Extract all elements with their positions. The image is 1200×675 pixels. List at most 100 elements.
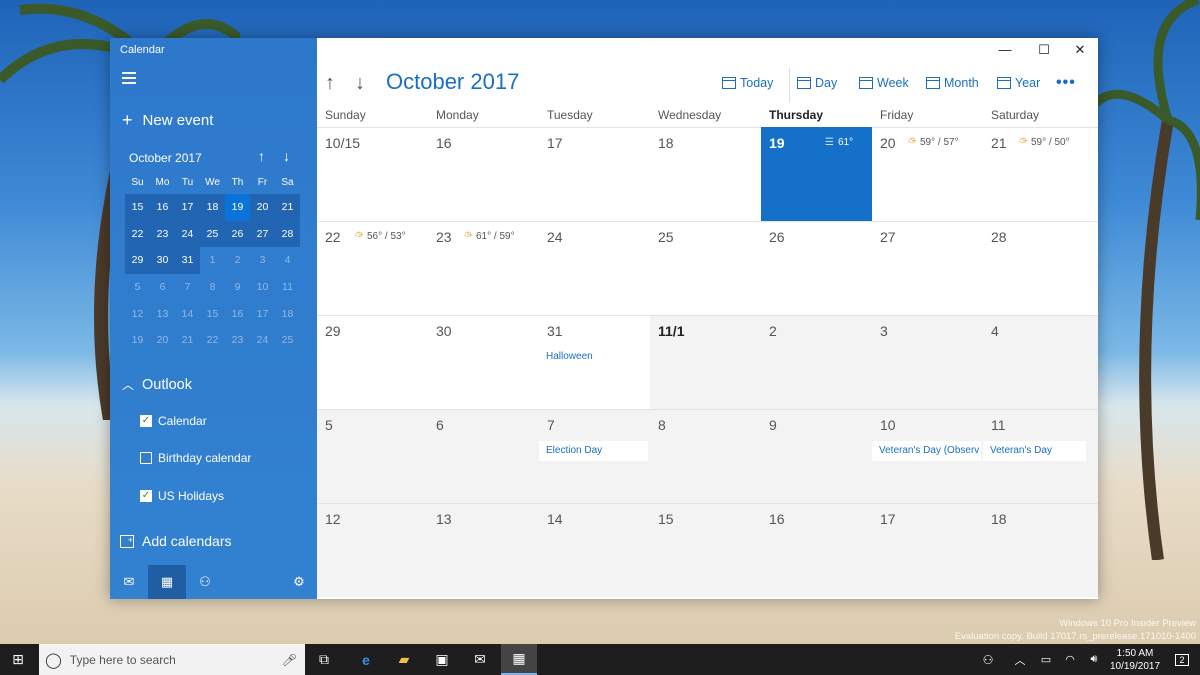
add-calendars-button[interactable]: + Add calendars xyxy=(120,533,232,549)
mini-day[interactable]: 17 xyxy=(250,301,275,328)
mini-day[interactable]: 27 xyxy=(250,220,275,248)
task-view-icon[interactable]: ⧉ xyxy=(306,644,342,675)
action-center-icon[interactable]: 2 xyxy=(1164,644,1200,675)
day-cell[interactable]: 31 Halloween xyxy=(539,315,650,409)
mini-day[interactable]: 23 xyxy=(150,220,175,248)
day-cell[interactable]: 17 xyxy=(872,503,983,597)
mini-day[interactable]: 11 xyxy=(275,274,300,301)
people-taskbar-icon[interactable]: ⚇ xyxy=(970,644,1006,675)
mini-day[interactable]: 15 xyxy=(125,194,150,221)
mini-day[interactable]: 20 xyxy=(250,194,275,221)
checkbox[interactable] xyxy=(140,452,152,464)
day-cell[interactable]: 2 xyxy=(761,315,872,409)
day-cell[interactable]: 8 xyxy=(650,409,761,503)
day-cell[interactable]: 26 xyxy=(761,221,872,315)
edge-icon[interactable]: e xyxy=(348,644,384,675)
day-cell[interactable]: 14 xyxy=(539,503,650,597)
day-cell[interactable]: 5 xyxy=(317,409,428,503)
mini-day[interactable]: 24 xyxy=(175,220,200,248)
mini-day[interactable]: 29 xyxy=(125,247,150,275)
taskbar-clock[interactable]: 1:50 AM 10/19/2017 xyxy=(1107,647,1163,673)
day-cell[interactable]: 3 xyxy=(872,315,983,409)
mini-day[interactable]: 2 xyxy=(225,247,250,274)
mini-day[interactable]: 1 xyxy=(200,247,225,274)
mail-app-icon[interactable]: ✉ xyxy=(462,644,498,675)
settings-gear-icon[interactable]: ⚙ xyxy=(280,565,318,599)
mini-next-month-icon[interactable]: ↓ xyxy=(283,148,290,164)
mini-day[interactable]: 22 xyxy=(125,220,150,248)
maximize-icon[interactable]: ☐ xyxy=(1027,42,1061,62)
taskbar-search-box[interactable]: ◯ Type here to search 🎤︎ xyxy=(39,644,305,675)
day-cell[interactable]: 27 xyxy=(872,221,983,315)
calendar-event[interactable]: Halloween xyxy=(539,347,648,367)
mini-day[interactable]: 25 xyxy=(275,327,300,354)
day-cell[interactable]: 11 Veteran's Day xyxy=(983,409,1098,503)
new-event-button[interactable]: + New event xyxy=(122,110,213,131)
day-cell[interactable]: 21 ⛅︎ 59° / 50° xyxy=(983,127,1098,221)
file-explorer-icon[interactable]: ▰ xyxy=(386,644,422,675)
day-cell[interactable]: 11/1 xyxy=(650,315,761,409)
mini-day[interactable]: 21 xyxy=(275,194,300,221)
microphone-icon[interactable]: 🎤︎ xyxy=(282,653,297,667)
day-cell[interactable]: 25 xyxy=(650,221,761,315)
day-cell[interactable]: 7 Election Day xyxy=(539,409,650,503)
mini-day[interactable]: 19 xyxy=(125,327,150,354)
people-icon[interactable]: ⚇ xyxy=(186,565,224,599)
mini-day[interactable]: 14 xyxy=(175,301,200,328)
calendar-event[interactable]: Veteran's Day xyxy=(983,441,1086,461)
mini-day[interactable]: 19 xyxy=(225,194,250,221)
today-button[interactable]: Today xyxy=(722,76,773,90)
mini-day[interactable]: 7 xyxy=(175,274,200,301)
prev-month-icon[interactable]: ↑ xyxy=(325,72,335,95)
mini-day[interactable]: 28 xyxy=(275,220,300,248)
mini-day[interactable]: 30 xyxy=(150,247,175,275)
mini-day[interactable]: 8 xyxy=(200,274,225,301)
mini-day[interactable]: 31 xyxy=(175,247,200,275)
windows-start-icon[interactable]: ⊞ xyxy=(0,644,36,675)
mail-icon[interactable]: ✉ xyxy=(110,565,148,599)
day-cell[interactable]: 10 Veteran's Day (Observ xyxy=(872,409,983,503)
calendar-option-calendar[interactable]: ✓ Calendar xyxy=(140,414,207,428)
mini-day[interactable]: 18 xyxy=(200,194,225,221)
week-view-button[interactable]: Week xyxy=(859,76,909,90)
day-cell[interactable]: 4 xyxy=(983,315,1098,409)
mini-day[interactable]: 17 xyxy=(175,194,200,221)
store-icon[interactable]: ▣ xyxy=(424,644,460,675)
mini-day[interactable]: 4 xyxy=(275,247,300,274)
calendar-option-us-holidays[interactable]: ✓ US Holidays xyxy=(140,489,224,503)
outlook-account-toggle[interactable]: ︿ Outlook xyxy=(122,376,192,393)
next-month-icon[interactable]: ↓ xyxy=(355,72,365,95)
day-cell[interactable]: 16 xyxy=(428,127,539,221)
day-cell[interactable]: 15 xyxy=(650,503,761,597)
day-cell[interactable]: 18 xyxy=(983,503,1098,597)
day-cell[interactable]: 12 xyxy=(317,503,428,597)
day-cell[interactable]: 19 ☰ 61° xyxy=(761,127,872,221)
mini-day[interactable]: 24 xyxy=(250,327,275,354)
mini-day[interactable]: 13 xyxy=(150,301,175,328)
day-cell[interactable]: 22 ⛅︎ 56° / 53° xyxy=(317,221,428,315)
calendar-option-birthday-calendar[interactable]: Birthday calendar xyxy=(140,451,251,465)
day-cell[interactable]: 20 ⛅︎ 59° / 57° xyxy=(872,127,983,221)
day-cell[interactable]: 6 xyxy=(428,409,539,503)
close-icon[interactable]: ✕ xyxy=(1063,42,1097,62)
mini-day[interactable]: 20 xyxy=(150,327,175,354)
mini-day[interactable]: 6 xyxy=(150,274,175,301)
day-cell[interactable]: 10/15 xyxy=(317,127,428,221)
mini-day[interactable]: 26 xyxy=(225,220,250,248)
mini-day[interactable]: 18 xyxy=(275,301,300,328)
mini-prev-month-icon[interactable]: ↑ xyxy=(258,148,265,164)
day-cell[interactable]: 13 xyxy=(428,503,539,597)
calendar-icon[interactable]: ▦ xyxy=(148,565,186,599)
calendar-app-icon[interactable]: ▦ xyxy=(501,644,537,675)
calendar-event[interactable]: Election Day xyxy=(539,441,648,461)
more-options-icon[interactable]: ••• xyxy=(1056,74,1076,92)
mini-day[interactable]: 25 xyxy=(200,220,225,248)
day-cell[interactable]: 9 xyxy=(761,409,872,503)
mini-day[interactable]: 16 xyxy=(150,194,175,221)
day-cell[interactable]: 17 xyxy=(539,127,650,221)
mini-day[interactable]: 9 xyxy=(225,274,250,301)
year-view-button[interactable]: Year xyxy=(997,76,1040,90)
checkbox[interactable]: ✓ xyxy=(140,415,152,427)
month-view-button[interactable]: Month xyxy=(926,76,979,90)
day-cell[interactable]: 29 xyxy=(317,315,428,409)
